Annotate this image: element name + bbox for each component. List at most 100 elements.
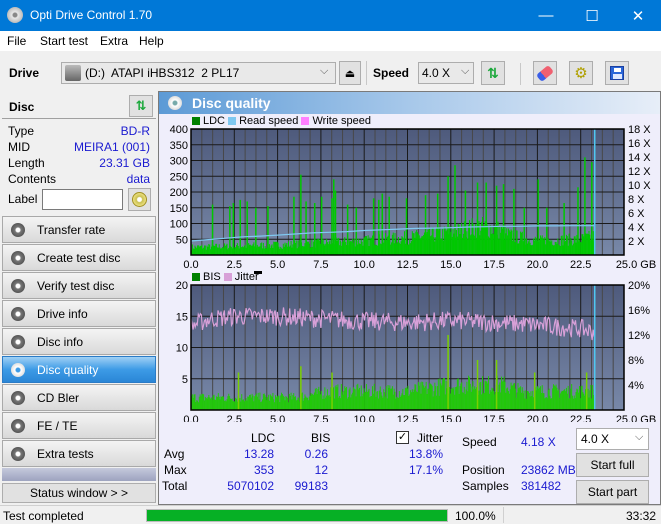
save-button[interactable] (605, 61, 629, 85)
bis-bar (333, 387, 335, 410)
ldc-bar (238, 248, 240, 255)
ldc-bar (479, 235, 481, 255)
bis-bar (278, 395, 280, 410)
bis-bar (492, 388, 494, 410)
ldc-bar (514, 242, 516, 255)
ldc-bar (374, 245, 376, 255)
status-window-button[interactable]: Status window > > (2, 483, 156, 503)
minimize-button[interactable]: — (523, 0, 569, 31)
ldc-bar (420, 237, 422, 255)
menu-start-test[interactable]: Start test (40, 34, 88, 48)
x-tick-label: 25.0 GB (616, 259, 656, 271)
start-full-button[interactable]: Start full (576, 453, 649, 477)
ldc-bar (397, 237, 399, 255)
sidebar-item-extra-tests[interactable]: Extra tests (2, 440, 156, 467)
bis-bar (478, 390, 480, 410)
jitter-checkbox[interactable]: ✓ (396, 431, 409, 444)
drive-select[interactable]: (D:) ATAPI iHBS312 2 PL17 ⌵ (61, 62, 336, 84)
disc-label-input[interactable] (42, 189, 123, 210)
bis-bar (378, 390, 380, 410)
ldc-bar (491, 226, 493, 255)
y2-tick-label: 12 X (628, 166, 651, 178)
ldc-spike (313, 203, 316, 255)
charts-svg: 0.0 2.5 5.0 7.5 10.0 12.5 15.0 17.5 20.0 22.5 25.0… (170, 124, 657, 422)
bis-bar (502, 380, 504, 410)
ldc-spike (591, 162, 593, 255)
bis-bar (282, 395, 284, 410)
ldc-bar (268, 244, 270, 255)
disc-label-button[interactable] (128, 188, 151, 211)
ldc-bar (263, 248, 265, 255)
progress-fill (147, 510, 447, 521)
ldc-bar (254, 246, 256, 255)
sidebar-item-verify-test-disc[interactable]: Verify test disc (2, 272, 156, 299)
bis-bar (572, 395, 574, 410)
sidebar-item-disc-quality[interactable]: Disc quality (2, 356, 156, 383)
close-button[interactable]: ✕ (615, 0, 661, 31)
bis-bar (486, 381, 488, 410)
y2-tick-label: 8% (628, 355, 644, 367)
erase-button[interactable] (533, 61, 557, 85)
sidebar-item-create-test-disc[interactable]: Create test disc (2, 244, 156, 271)
resize-grip-icon[interactable]: ⋰ (648, 513, 656, 522)
ldc-bar (352, 238, 354, 255)
ldc-bar (494, 225, 496, 255)
ldc-spike (495, 185, 498, 255)
ldc-bar (422, 236, 424, 255)
disc-info-icon (11, 334, 25, 349)
bis-bar (267, 397, 269, 410)
bis-bar (490, 391, 492, 410)
maximize-button[interactable]: ☐ (569, 0, 615, 31)
sidebar-item-disc-info[interactable]: Disc info (2, 328, 156, 355)
ldc-bar (315, 239, 317, 255)
sidebar-item-transfer-rate[interactable]: Transfer rate (2, 216, 156, 243)
bis-bar (559, 393, 561, 410)
bis-bar (471, 386, 473, 410)
eject-button[interactable]: ⏏ (339, 61, 361, 85)
start-part-button[interactable]: Start part (576, 480, 649, 504)
y-tick-label: 10 (176, 343, 188, 355)
refresh-button[interactable]: ⇅ (481, 61, 505, 85)
bis-bar (543, 393, 545, 410)
bis-bar (485, 381, 487, 410)
bis-bar (474, 386, 476, 410)
ldc-bar (474, 235, 476, 255)
sidebar-item-drive-info[interactable]: Drive info (2, 300, 156, 327)
bis-bar (345, 388, 347, 410)
ldc-bar (207, 246, 209, 255)
ldc-spike (546, 207, 548, 255)
bis-bar (260, 402, 262, 410)
bis-bar (292, 395, 294, 410)
ldc-bar (281, 248, 283, 255)
ldc-bar (534, 236, 536, 255)
test-speed-select[interactable]: 4.0 X ⌵ (576, 428, 649, 450)
settings-button[interactable]: ⚙ (569, 61, 593, 85)
disc-refresh-button[interactable]: ⇅ (129, 95, 153, 117)
bis-bar (583, 393, 585, 410)
speed-select[interactable]: 4.0 X ⌵ (418, 62, 474, 84)
bis-bar (542, 393, 544, 410)
menu-extra[interactable]: Extra (100, 34, 128, 48)
menu-file[interactable]: File (7, 34, 26, 48)
ldc-bar (203, 245, 205, 255)
sidebar-item-fe-te[interactable]: FE / TE (2, 412, 156, 439)
x-tick-label: 15.0 (440, 414, 461, 422)
bis-bar (366, 392, 368, 410)
bis-bar (504, 381, 506, 410)
bis-bar (339, 398, 341, 410)
bis-bar (213, 394, 215, 410)
sidebar-item-label: Create test disc (37, 250, 121, 265)
bis-bar (507, 387, 509, 410)
ldc-bar (410, 243, 412, 255)
bis-bar (199, 394, 201, 410)
menu-help[interactable]: Help (139, 34, 164, 48)
bis-bar (195, 402, 197, 410)
ldc-bar (269, 247, 271, 255)
ldc-bar (210, 249, 212, 255)
ldc-bar (562, 245, 564, 255)
ldc-bar (287, 246, 289, 255)
sidebar-item-cd-bler[interactable]: CD Bler (2, 384, 156, 411)
bis-bar (458, 393, 460, 410)
ldc-bar (451, 236, 453, 255)
ldc-bar (371, 237, 373, 255)
